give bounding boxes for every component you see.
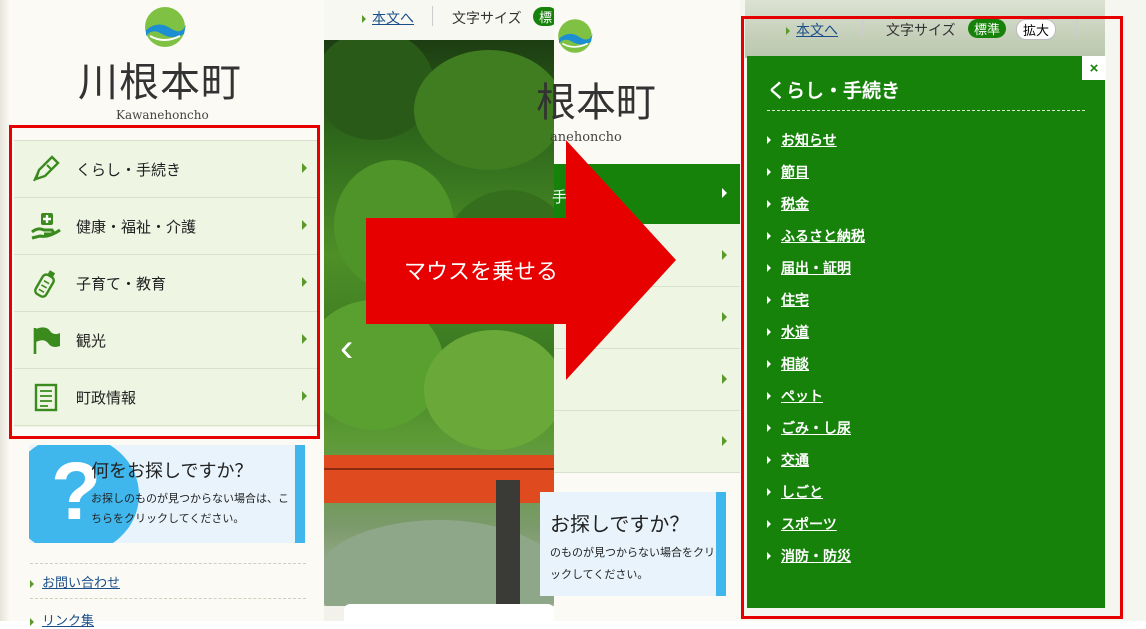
middle-card-edge bbox=[344, 604, 554, 624]
contact-link[interactable]: お問い合わせ bbox=[30, 572, 120, 591]
site-title[interactable]: 川根本町 bbox=[78, 50, 268, 108]
skip-link-label: 本文へ bbox=[372, 11, 414, 27]
highlight-box-dropdown bbox=[741, 16, 1123, 619]
search-banner-desc: お探しのものが見つからない場合は、こちらをクリックしてください。 bbox=[91, 492, 289, 525]
carousel-prev-icon[interactable]: ‹ bbox=[340, 326, 353, 371]
link-separator bbox=[30, 598, 306, 599]
chevron-right-icon bbox=[362, 15, 366, 23]
chevron-right-icon bbox=[722, 436, 727, 446]
chevron-right-icon bbox=[722, 374, 727, 384]
search-banner-edge bbox=[295, 445, 305, 543]
search-banner-desc: のものが見つからない場合をクリックしてください。 bbox=[550, 546, 715, 581]
photo-bridge-rail bbox=[324, 468, 554, 470]
site-subtitle: Kawanehoncho bbox=[116, 108, 209, 122]
site-title-partial: 根本町 bbox=[536, 80, 656, 126]
hover-instruction-label: マウスを乗せる bbox=[404, 259, 559, 284]
link-separator bbox=[30, 563, 306, 564]
font-size-label: 文字サイズ bbox=[452, 11, 522, 27]
chevron-right-icon bbox=[722, 188, 727, 198]
links-page-label: リンク集 bbox=[42, 614, 95, 629]
search-banner-title: お探しですか？ bbox=[550, 512, 690, 536]
skip-to-content-link[interactable]: 本文へ bbox=[362, 8, 414, 28]
middle-nav-item[interactable] bbox=[554, 410, 740, 473]
chevron-right-icon bbox=[722, 250, 727, 260]
search-help-banner[interactable]: ? 何をお探しですか？ お探しのものが見つからない場合は、こちらをクリックしてく… bbox=[29, 445, 305, 543]
chevron-right-icon bbox=[722, 312, 727, 322]
photo-bridge-pillar bbox=[496, 480, 520, 608]
chevron-right-icon bbox=[30, 617, 34, 626]
search-help-banner-partial[interactable]: お探しですか？ のものが見つからない場合をクリックしてください。 bbox=[540, 492, 726, 596]
town-logo-icon[interactable] bbox=[554, 16, 596, 56]
utility-divider bbox=[432, 6, 433, 26]
highlight-box-nav bbox=[9, 125, 320, 439]
links-page-link[interactable]: リンク集 bbox=[30, 610, 94, 629]
town-logo-icon[interactable] bbox=[140, 6, 190, 48]
search-banner-title: 何をお探しですか？ bbox=[91, 461, 253, 482]
contact-link-label: お問い合わせ bbox=[42, 576, 121, 591]
chevron-right-icon bbox=[30, 579, 34, 588]
middle-top-bar bbox=[324, 0, 564, 40]
